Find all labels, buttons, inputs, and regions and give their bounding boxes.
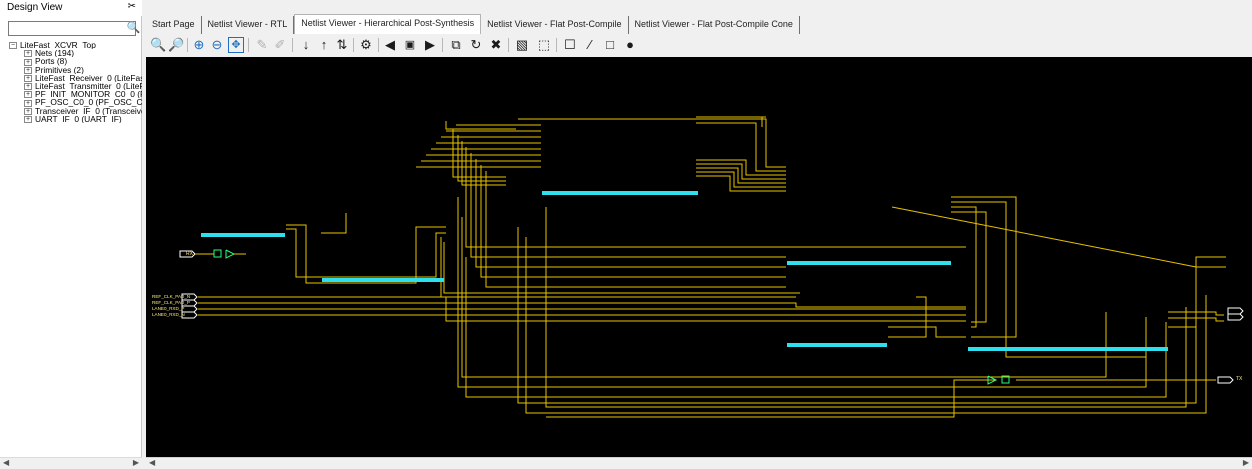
tab-start-page[interactable]: Start Page xyxy=(146,16,202,34)
expand-icon[interactable]: + xyxy=(24,66,32,74)
tab-netlist-flat-post-compile-cone[interactable]: Netlist Viewer - Flat Post-Compile Cone xyxy=(629,16,800,34)
collapse-icon[interactable]: ✖ xyxy=(488,37,504,53)
canvas-scrollbar[interactable]: ◀ ▶ xyxy=(146,457,1252,469)
settings-icon[interactable]: ⚙ xyxy=(358,37,374,53)
osc-block[interactable] xyxy=(201,219,285,237)
move-up-icon[interactable]: ↑ xyxy=(316,37,332,53)
tab-bar: Start Page Netlist Viewer - RTL Netlist … xyxy=(146,14,800,34)
fit-to-window-icon[interactable]: ✥ xyxy=(228,37,244,53)
svg-text:RX: RX xyxy=(186,251,194,257)
page-icon[interactable]: ▣ xyxy=(402,37,418,53)
pin-icon[interactable]: ✂ xyxy=(128,1,136,12)
tree-item-init-monitor[interactable]: +PF_INIT_MONITOR_C0_0 (PF_ xyxy=(0,90,142,99)
tree-item-transmitter[interactable]: + LiteFast_Transmitter_0 (LiteFa xyxy=(0,82,142,91)
forward-icon[interactable]: ▶ xyxy=(422,37,438,53)
receiver-block[interactable] xyxy=(542,111,698,195)
flatten-icon[interactable]: ⬚ xyxy=(536,37,552,53)
schematic-canvas[interactable]: RX REF_CLK_PAD_N REF_CLK_PAD_P LANE0_RXD… xyxy=(146,57,1252,457)
design-view-title: Design View xyxy=(7,2,63,13)
init-monitor-block[interactable] xyxy=(787,327,887,347)
copy-icon[interactable]: ⧉ xyxy=(448,37,464,53)
record-icon[interactable]: ● xyxy=(622,37,638,53)
design-search-input[interactable] xyxy=(8,21,136,36)
scroll-right-icon[interactable]: ▶ xyxy=(133,458,139,467)
tree-item-receiver[interactable]: + LiteFast_Receiver_0 (LiteFast_ xyxy=(0,74,142,82)
expand-icon[interactable]: + xyxy=(24,83,32,91)
swap-icon[interactable]: ⇅ xyxy=(334,37,350,53)
design-view-panel: Design View ✂ 🔍 − LiteFast_XCVR_Top + Nets… xyxy=(0,0,142,469)
refresh-icon[interactable]: ↻ xyxy=(468,37,484,53)
zoom-in-icon[interactable]: ⊕ xyxy=(191,37,207,53)
svg-text:LANE0_RXD_N: LANE0_RXD_N xyxy=(152,312,185,317)
tab-netlist-flat-post-compile[interactable]: Netlist Viewer - Flat Post-Compile xyxy=(481,16,629,34)
expand-icon[interactable]: + xyxy=(24,91,32,99)
svg-text:TX: TX xyxy=(1236,376,1243,382)
zoom-fit-icon[interactable]: 🔎 xyxy=(168,37,184,53)
expand-icon[interactable]: + xyxy=(24,58,32,66)
zoom-out-icon[interactable]: ⊖ xyxy=(209,37,225,53)
zoom-rect-icon[interactable]: 🔍 xyxy=(150,37,166,53)
collapse-icon[interactable]: − xyxy=(9,42,17,50)
tree-item-transceiver[interactable]: + Transceiver_IF_0 (Transceiver_ xyxy=(0,107,142,115)
new-page-icon[interactable]: □ xyxy=(602,37,618,53)
tree-item-nets[interactable]: + Nets (194) xyxy=(0,49,142,58)
search-icon[interactable]: 🔍 xyxy=(125,21,142,36)
tree-root[interactable]: − LiteFast_XCVR_Top xyxy=(0,41,142,50)
expand-icon[interactable]: + xyxy=(24,75,32,82)
tree-item-ports[interactable]: + Ports (8) xyxy=(0,57,142,66)
design-view-header: Design View ✂ xyxy=(0,0,142,16)
scroll-left-icon[interactable]: ◀ xyxy=(149,458,155,467)
hierarchy-icon[interactable]: ▧ xyxy=(514,37,530,53)
toolbar: 🔍 🔎 ⊕ ⊖ ✥ ✎ ✐ ↓ ↑ ⇅ ⚙ ◀ ▣ ▶ ⧉ ↻ ✖ ▧ ⬚ ☐ … xyxy=(146,35,1252,55)
tree-item-primitives[interactable]: + Primitives (2) xyxy=(0,66,142,74)
expand-icon[interactable]: + xyxy=(24,99,32,107)
expand-icon[interactable]: + xyxy=(24,107,32,115)
design-tree: − LiteFast_XCVR_Top + Nets (194) + Ports (8… xyxy=(0,41,142,123)
scroll-left-icon[interactable]: ◀ xyxy=(3,458,9,467)
scroll-right-icon[interactable]: ▶ xyxy=(1243,458,1249,467)
svg-text:LANE0_RXD_P: LANE0_RXD_P xyxy=(152,306,184,311)
tree-item-osc[interactable]: + PF_OSC_C0_0 (PF_OSC_C0) xyxy=(0,98,142,107)
panel-scrollbar[interactable]: ◀ ▶ xyxy=(0,457,142,469)
move-down-icon[interactable]: ↓ xyxy=(298,37,314,53)
back-icon[interactable]: ◀ xyxy=(382,37,398,53)
line-icon[interactable]: ∕ xyxy=(582,37,598,53)
tab-netlist-hier-post-synthesis[interactable]: Netlist Viewer - Hierarchical Post-Synth… xyxy=(294,14,482,34)
pencil-icon[interactable]: ✎ xyxy=(254,37,270,53)
tab-netlist-rtl[interactable]: Netlist Viewer - RTL xyxy=(202,16,295,34)
transceiver-block[interactable] xyxy=(968,287,1168,351)
tree-item-uart[interactable]: + UART_IF_0 (UART_IF) xyxy=(0,115,142,123)
expand-icon[interactable]: + xyxy=(24,115,32,123)
svg-text:REF_CLK_PAD_P: REF_CLK_PAD_P xyxy=(152,300,190,305)
add-node-icon[interactable]: ☐ xyxy=(562,37,578,53)
uart-block[interactable] xyxy=(322,226,444,282)
schematic-wires: RX REF_CLK_PAD_N REF_CLK_PAD_P LANE0_RXD… xyxy=(152,116,1244,418)
eraser-icon[interactable]: ✐ xyxy=(272,37,288,53)
svg-text:REF_CLK_PAD_N: REF_CLK_PAD_N xyxy=(152,294,190,299)
expand-icon[interactable]: + xyxy=(24,50,32,58)
transmitter-block[interactable] xyxy=(787,155,951,265)
